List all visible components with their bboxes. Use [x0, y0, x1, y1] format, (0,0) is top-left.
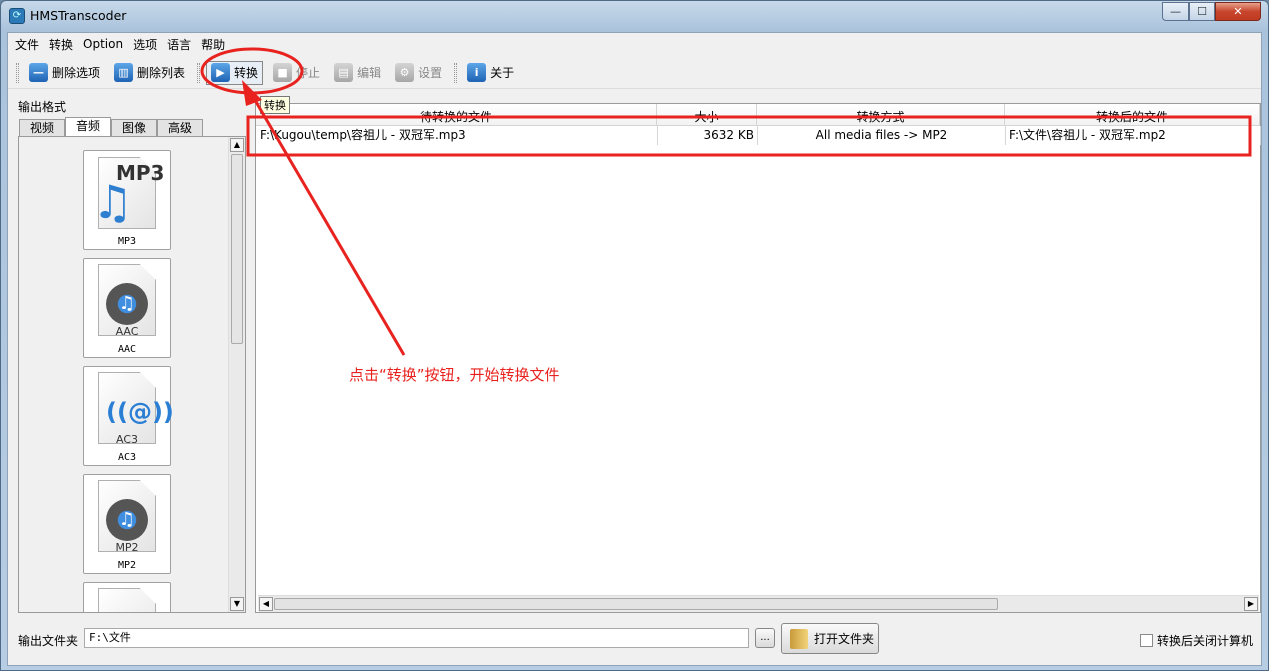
maximize-button[interactable]: ☐ — [1189, 2, 1215, 21]
format-item-mp3[interactable]: MP3 ♫ MP3 — [83, 150, 171, 250]
menu-option[interactable]: Option — [78, 37, 128, 51]
client-area: 文件 转换 Option 选项 语言 帮助 — 删除选项 ▥ 删除列表 ▶ 转换 — [7, 32, 1262, 666]
minus-icon: — — [29, 63, 48, 82]
app-window: ⟳ HMSTranscoder — ☐ ✕ 文件 转换 Option 选项 语言… — [0, 0, 1269, 671]
tab-video[interactable]: 视频 — [19, 119, 65, 137]
format-item-mp2[interactable]: ♫ MP2 MP2 — [83, 474, 171, 574]
format-item-aac[interactable]: ♫ AAC AAC — [83, 258, 171, 358]
toolbar: — 删除选项 ▥ 删除列表 ▶ 转换 ■ 停止 ▤ 编辑 ⚙ 设置 i 关于 — [8, 57, 1261, 89]
stop-button[interactable]: ■ 停止 — [269, 61, 324, 85]
shutdown-option[interactable]: 转换后关闭计算机 — [1139, 632, 1253, 649]
table-hscrollbar[interactable]: ◀ ▶ — [258, 595, 1259, 612]
tab-advanced[interactable]: 高级 — [157, 119, 203, 137]
open-folder-button[interactable]: 打开文件夹 — [781, 623, 879, 654]
stop-icon: ■ — [273, 63, 293, 82]
delete-item-button[interactable]: — 删除选项 — [25, 61, 104, 85]
col-header-method[interactable]: 转换方式 — [757, 104, 1005, 126]
format-item-partial[interactable] — [83, 582, 171, 612]
app-icon: ⟳ — [9, 8, 25, 24]
music-note-icon: ♫ — [118, 293, 136, 314]
tab-audio[interactable]: 音频 — [65, 117, 111, 137]
scroll-right-arrow[interactable]: ▶ — [1244, 597, 1258, 611]
shutdown-checkbox[interactable] — [1139, 634, 1153, 647]
stop-label: 停止 — [296, 66, 321, 80]
menu-language[interactable]: 语言 — [162, 36, 196, 53]
cell-output: F:\文件\容祖儿 - 双冠军.mp2 — [1006, 126, 1261, 145]
browse-button[interactable]: ... — [755, 628, 775, 648]
scroll-up-arrow[interactable]: ▲ — [230, 138, 244, 152]
toolbar-grip-3[interactable] — [454, 62, 458, 83]
format-tabs: 视频 音频 图像 高级 — [19, 117, 203, 137]
cell-method: All media files -> MP2 — [758, 126, 1006, 145]
menu-help[interactable]: 帮助 — [196, 36, 230, 53]
format-label-ac3: AC3 — [117, 452, 137, 463]
play-icon: ▶ — [211, 63, 231, 82]
edit-button[interactable]: ▤ 编辑 — [330, 61, 385, 85]
format-item-ac3[interactable]: ((@)) AC3 AC3 — [83, 366, 174, 466]
title-bar[interactable]: ⟳ HMSTranscoder — ☐ ✕ — [1, 1, 1268, 31]
shutdown-label: 转换后关闭计算机 — [1156, 634, 1253, 648]
menu-convert[interactable]: 转换 — [44, 36, 78, 53]
music-note-icon: ♫ — [118, 509, 136, 530]
output-folder-label: 输出文件夹 — [18, 634, 79, 648]
open-folder-label: 打开文件夹 — [814, 632, 875, 646]
minimize-button[interactable]: — — [1162, 2, 1189, 21]
film-icon: ▤ — [334, 63, 354, 82]
file-list-table: 待转换的文件 大小 转换方式 转换后的文件 F:\Kugou\temp\容祖儿 … — [255, 103, 1261, 613]
format-label-mp3: MP3 — [117, 236, 137, 247]
caption-buttons: — ☐ ✕ — [1162, 2, 1261, 21]
settings-label: 设置 — [418, 66, 443, 80]
mp3-file-icon: MP3 ♫ — [90, 155, 166, 231]
table-header: 待转换的文件 大小 转换方式 转换后的文件 — [256, 104, 1260, 126]
tab-image[interactable]: 图像 — [111, 119, 157, 137]
menu-bar: 文件 转换 Option 选项 语言 帮助 — [8, 33, 1261, 55]
output-folder-field[interactable]: F:\文件 — [84, 628, 749, 648]
scroll-thumb[interactable] — [231, 154, 243, 344]
folder-icon — [790, 628, 808, 649]
format-list-scrollbar[interactable]: ▲ ▼ — [228, 137, 245, 612]
menu-file[interactable]: 文件 — [10, 36, 44, 53]
delete-list-button[interactable]: ▥ 删除列表 — [110, 61, 189, 85]
aac-inner-label: AAC — [115, 325, 139, 338]
document-icon — [98, 588, 156, 612]
bottom-bar: 输出文件夹 F:\文件 ... 打开文件夹 转换后关闭计算机 — [8, 623, 1261, 659]
convert-label: 转换 — [234, 66, 259, 80]
gear-icon: ⚙ — [395, 63, 415, 82]
format-list-panel: MP3 ♫ MP3 ♫ AAC AAC ((@)) AC3 AC3 ♫ MP2 … — [18, 136, 246, 613]
convert-button[interactable]: ▶ 转换 — [206, 60, 264, 85]
cell-size: 3632 KB — [658, 126, 758, 145]
trash-icon: ▥ — [114, 63, 134, 82]
scroll-down-arrow[interactable]: ▼ — [230, 597, 244, 611]
ac3-inner-label: AC3 — [115, 433, 138, 446]
annotation-text: 点击“转换”按钮，开始转换文件 — [349, 366, 560, 384]
menu-options[interactable]: 选项 — [128, 36, 162, 53]
convert-tooltip: 转换 — [260, 96, 290, 114]
delete-list-label: 删除列表 — [137, 66, 186, 80]
hscroll-thumb[interactable] — [274, 598, 998, 610]
toolbar-grip[interactable] — [16, 62, 19, 83]
about-button[interactable]: i 关于 — [463, 61, 518, 85]
format-label-aac: AAC — [117, 344, 137, 355]
table-row[interactable]: F:\Kugou\temp\容祖儿 - 双冠军.mp3 3632 KB All … — [257, 126, 1261, 145]
col-header-output[interactable]: 转换后的文件 — [1005, 104, 1260, 126]
format-icon-list: MP3 ♫ MP3 ♫ AAC AAC ((@)) AC3 AC3 ♫ MP2 … — [19, 137, 229, 612]
edit-label: 编辑 — [357, 66, 382, 80]
col-header-source[interactable]: 待转换的文件 — [256, 104, 657, 126]
music-note-icon: ♫ — [92, 175, 134, 229]
surround-sound-icon: ((@)) — [106, 398, 174, 426]
mp2-inner-label: MP2 — [115, 541, 139, 554]
settings-button[interactable]: ⚙ 设置 — [391, 61, 446, 85]
cell-source: F:\Kugou\temp\容祖儿 - 双冠军.mp3 — [257, 126, 658, 145]
scroll-left-arrow[interactable]: ◀ — [259, 597, 273, 611]
col-header-size[interactable]: 大小 — [657, 104, 757, 126]
toolbar-grip-2[interactable] — [197, 62, 201, 83]
window-title: HMSTranscoder — [30, 8, 127, 23]
output-format-label: 输出格式 — [18, 100, 67, 114]
format-label-mp2: MP2 — [117, 560, 137, 571]
close-button[interactable]: ✕ — [1215, 2, 1261, 21]
info-icon: i — [467, 63, 487, 82]
about-label: 关于 — [490, 66, 515, 80]
delete-item-label: 删除选项 — [52, 66, 101, 80]
